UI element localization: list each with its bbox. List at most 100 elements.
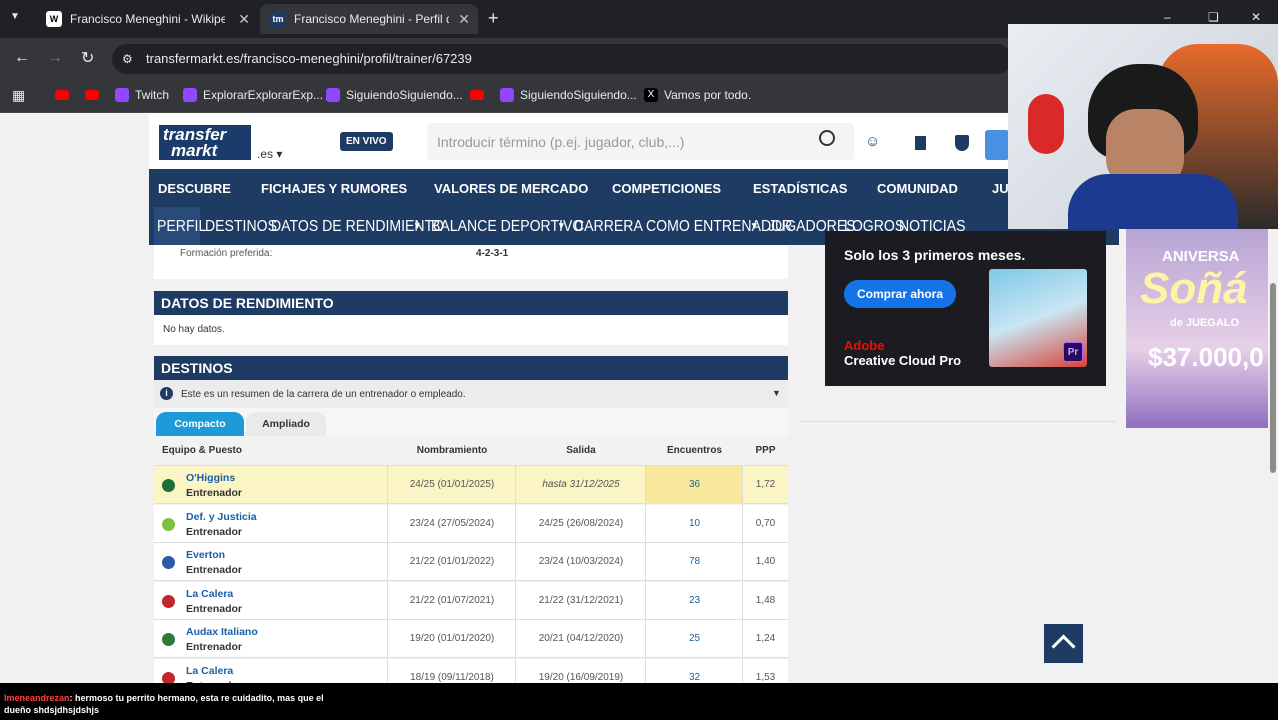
tab-destinos[interactable]: DESTINOS xyxy=(205,218,277,236)
scrollbar-thumb[interactable] xyxy=(1270,283,1276,473)
bookmark-siguiendo-1[interactable]: SiguiendoSiguiendo... xyxy=(326,88,463,102)
tab-transfermarkt[interactable]: tm Francisco Meneghini - Perfil de ✕ xyxy=(260,4,478,34)
bookmark-label: Vamos por todo. xyxy=(664,88,752,102)
search-input[interactable]: Introducir término (p.ej. jugador, club,… xyxy=(437,134,684,150)
profile-button[interactable] xyxy=(985,130,1009,160)
no-data-text: No hay datos. xyxy=(163,324,225,335)
nav-competiciones[interactable]: COMPETICIONES xyxy=(612,181,721,196)
twitch-icon xyxy=(183,88,197,102)
formation-box: Formación preferida: 4-2-3-1 xyxy=(154,245,788,279)
nav-estadisticas[interactable]: ESTADÍSTICAS xyxy=(753,181,847,196)
table-row[interactable]: La CaleraEntrenador18/19 (09/11/2018)19/… xyxy=(154,658,788,684)
bookmark-label: SiguiendoSiguiendo... xyxy=(346,88,463,102)
matches-link[interactable]: 23 xyxy=(646,582,743,620)
club-link[interactable]: La Calera xyxy=(186,665,233,677)
chevron-down-icon[interactable]: ▼ xyxy=(772,388,781,398)
nav-valores[interactable]: VALORES DE MERCADO xyxy=(434,181,588,196)
col-ppp[interactable]: PPP xyxy=(743,436,788,466)
close-window-icon[interactable]: ✕ xyxy=(1251,10,1261,24)
matches-link[interactable]: 10 xyxy=(646,505,743,543)
watchlist-icon[interactable] xyxy=(915,136,926,150)
role-text: Entrenador xyxy=(186,525,243,538)
apps-icon[interactable]: ▦ xyxy=(12,87,25,104)
column-divider xyxy=(515,543,516,581)
domain-selector[interactable]: .es ▾ xyxy=(257,147,282,161)
transfermarkt-logo[interactable]: transfer markt xyxy=(159,125,251,160)
new-tab-button[interactable]: + xyxy=(488,8,499,29)
table-row[interactable]: Audax Italiano Entrenador 19/20 (01/01/202… xyxy=(154,620,788,658)
matches-link[interactable]: 32 xyxy=(646,659,743,684)
url-bar[interactable]: ⚙ transfermarkt.es/francisco-meneghini/p… xyxy=(112,44,1012,74)
tab-compacto[interactable]: Compacto xyxy=(156,412,244,436)
chevron-down-icon[interactable]: ▼ xyxy=(750,221,759,232)
chevron-down-icon[interactable]: ▼ xyxy=(557,221,566,232)
nav-comunidad[interactable]: COMUNIDAD xyxy=(877,181,958,196)
table-row[interactable]: La Calera Entrenador 21/22 (01/07/2021) 21/… xyxy=(154,581,788,620)
view-toggle: Compacto Ampliado xyxy=(154,408,788,436)
reload-icon[interactable]: ↻ xyxy=(81,48,94,68)
back-icon[interactable]: ← xyxy=(14,49,30,67)
column-divider xyxy=(645,543,646,581)
col-nombramiento[interactable]: Nombramiento xyxy=(388,436,516,466)
tab-wikipedia[interactable]: W Francisco Meneghini - Wikipedia ✕ xyxy=(36,4,258,34)
youtube-icon[interactable] xyxy=(470,90,484,100)
site-info-icon[interactable]: ⚙ xyxy=(122,44,133,74)
column-divider xyxy=(645,466,646,504)
adobe-product: Creative Cloud Pro xyxy=(844,353,962,368)
club-link[interactable]: Audax Italiano xyxy=(186,626,258,638)
bookmark-siguiendo-2[interactable]: SiguiendoSiguiendo... xyxy=(500,88,637,102)
nav-fichajes[interactable]: FICHAJES Y RUMORES xyxy=(261,181,407,196)
column-divider xyxy=(645,581,646,620)
bookmark-x[interactable]: X Vamos por todo. xyxy=(644,88,751,102)
forward-icon[interactable]: → xyxy=(47,49,63,67)
table-row[interactable]: Everton Entrenador 21/22 (01/01/2022) 23/24… xyxy=(154,543,788,581)
tab-carrera[interactable]: CARRERA COMO ENTRENADOR xyxy=(574,218,792,236)
matches-link[interactable]: 78 xyxy=(646,543,743,581)
ad2-text: Soñá xyxy=(1140,264,1248,313)
restore-icon[interactable]: ❏ xyxy=(1208,10,1219,24)
tab-title: Francisco Meneghini - Perfil de xyxy=(294,12,449,26)
club-link[interactable]: Everton xyxy=(186,549,225,561)
role-text: Entrenador xyxy=(186,564,243,576)
minimize-icon[interactable]: – xyxy=(1164,10,1171,24)
col-equipo[interactable]: Equipo & Puesto xyxy=(162,436,242,466)
user-search-icon[interactable]: ☺ xyxy=(865,133,880,150)
shield-icon[interactable] xyxy=(955,135,969,151)
live-badge[interactable]: EN VIVO xyxy=(340,132,393,151)
close-tab-icon[interactable]: ✕ xyxy=(458,11,470,28)
search-box[interactable]: Introducir término (p.ej. jugador, club,… xyxy=(427,123,854,160)
col-salida[interactable]: Salida xyxy=(516,436,646,466)
matches-link[interactable]: 25 xyxy=(646,620,743,658)
main-navigation: DESCUBRE FICHAJES Y RUMORES VALORES DE M… xyxy=(149,169,1119,207)
logo-text: markt xyxy=(171,141,218,160)
table-row[interactable]: O'Higgins Entrenador 24/25 (01/01/2025) has… xyxy=(154,466,788,504)
column-divider xyxy=(387,581,388,620)
ppp-value: 1,24 xyxy=(755,633,776,644)
domain-label: .es xyxy=(257,147,274,161)
tab-perfil[interactable]: PERFIL xyxy=(157,218,206,236)
nav-descubre[interactable]: DESCUBRE xyxy=(158,181,231,196)
chevron-down-icon[interactable]: ▼ xyxy=(413,221,422,232)
adobe-ad[interactable]: Solo los 3 primeros meses. Comprar ahora… xyxy=(825,231,1106,386)
close-tab-icon[interactable]: ✕ xyxy=(238,11,250,28)
start-date: 23/24 (27/05/2024) xyxy=(409,517,495,529)
youtube-icon[interactable] xyxy=(55,90,69,100)
ad-divider xyxy=(800,421,1116,422)
bookmark-explorar[interactable]: ExplorarExplorarExp... xyxy=(183,88,323,102)
tab-list-chevron-icon[interactable]: ▼ xyxy=(10,11,20,22)
juegalo-ad[interactable]: ANIVERSA Soñá de JUEGALO $37.000,0 xyxy=(1126,228,1268,428)
matches-link[interactable]: 36 xyxy=(646,466,743,504)
club-crest-icon xyxy=(162,671,175,683)
search-icon[interactable] xyxy=(819,130,835,146)
bookmark-twitch[interactable]: Twitch xyxy=(115,88,169,102)
youtube-icon[interactable] xyxy=(85,90,99,100)
nav-jugadores[interactable]: JU xyxy=(992,181,1009,196)
col-encuentros[interactable]: Encuentros xyxy=(646,436,743,466)
club-link[interactable]: Def. y Justicia xyxy=(186,511,257,523)
comprar-ahora-button[interactable]: Comprar ahora xyxy=(844,280,956,308)
back-to-top-button[interactable] xyxy=(1044,624,1083,663)
tab-ampliado[interactable]: Ampliado xyxy=(246,412,326,436)
club-link[interactable]: O'Higgins xyxy=(186,472,235,484)
table-row[interactable]: Def. y Justicia Entrenador 23/24 (27/05/20… xyxy=(154,504,788,543)
club-link[interactable]: La Calera xyxy=(186,588,233,600)
